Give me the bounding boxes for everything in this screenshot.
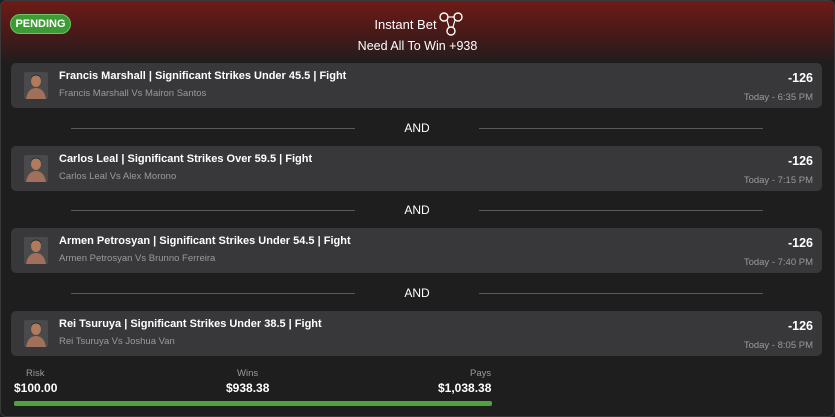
- leg-odds: -126: [787, 319, 813, 333]
- leg-title: Armen Petrosyan | Significant Strikes Un…: [59, 235, 351, 247]
- bet-title: Instant Bet: [1, 17, 834, 32]
- bet-progress-fill: [14, 401, 492, 406]
- risk-label: Risk: [26, 368, 45, 379]
- bet-subtitle: Need All To Win +938: [357, 39, 478, 53]
- leg-time: Today - 6:35 PM: [743, 92, 813, 103]
- pays-label: Pays: [470, 368, 492, 379]
- leg-matchup: Carlos Leal Vs Alex Morono: [59, 171, 177, 182]
- fighter-avatar: [24, 320, 48, 347]
- wins-label: Wins: [237, 368, 259, 379]
- separator-line: [71, 210, 355, 211]
- separator-line: [479, 210, 763, 211]
- leg-matchup: Rei Tsuruya Vs Joshua Van: [59, 336, 175, 347]
- risk-value: $100.00: [14, 381, 58, 395]
- leg-time: Today - 7:15 PM: [743, 175, 813, 186]
- fighter-avatar: [24, 237, 48, 264]
- separator-line: [71, 128, 355, 129]
- bet-leg[interactable]: Rei Tsuruya | Significant Strikes Under …: [11, 311, 822, 356]
- leg-odds: -126: [787, 154, 813, 168]
- leg-time: Today - 7:40 PM: [743, 257, 813, 268]
- leg-odds: -126: [787, 236, 813, 250]
- separator-line: [71, 293, 355, 294]
- leg-title: Rei Tsuruya | Significant Strikes Under …: [59, 318, 322, 330]
- leg-matchup: Francis Marshall Vs Mairon Santos: [59, 88, 207, 99]
- parlay-icon: [439, 12, 463, 36]
- leg-time: Today - 8:05 PM: [743, 340, 813, 351]
- and-separator: AND: [1, 203, 834, 217]
- bet-card: PENDING Instant Bet Need All To Win +938…: [0, 0, 835, 417]
- leg-title: Carlos Leal | Significant Strikes Over 5…: [59, 153, 313, 165]
- leg-matchup: Armen Petrosyan Vs Brunno Ferreira: [59, 253, 216, 264]
- bet-leg[interactable]: Armen Petrosyan | Significant Strikes Un…: [11, 228, 822, 273]
- separator-line: [479, 293, 763, 294]
- and-label: AND: [404, 121, 430, 135]
- leg-title: Francis Marshall | Significant Strikes U…: [59, 70, 347, 82]
- and-separator: AND: [1, 286, 834, 300]
- and-separator: AND: [1, 121, 834, 135]
- wins-value: $938.38: [226, 381, 270, 395]
- bet-progress-bar: [14, 401, 492, 406]
- and-label: AND: [404, 286, 430, 300]
- bet-leg[interactable]: Carlos Leal | Significant Strikes Over 5…: [11, 146, 822, 191]
- leg-odds: -126: [787, 71, 813, 85]
- fighter-avatar: [24, 155, 48, 182]
- bet-leg[interactable]: Francis Marshall | Significant Strikes U…: [11, 63, 822, 108]
- and-label: AND: [404, 203, 430, 217]
- bet-title-text: Instant Bet: [374, 17, 437, 32]
- pays-value: $1,038.38: [438, 381, 492, 395]
- fighter-avatar: [24, 72, 48, 99]
- separator-line: [479, 128, 763, 129]
